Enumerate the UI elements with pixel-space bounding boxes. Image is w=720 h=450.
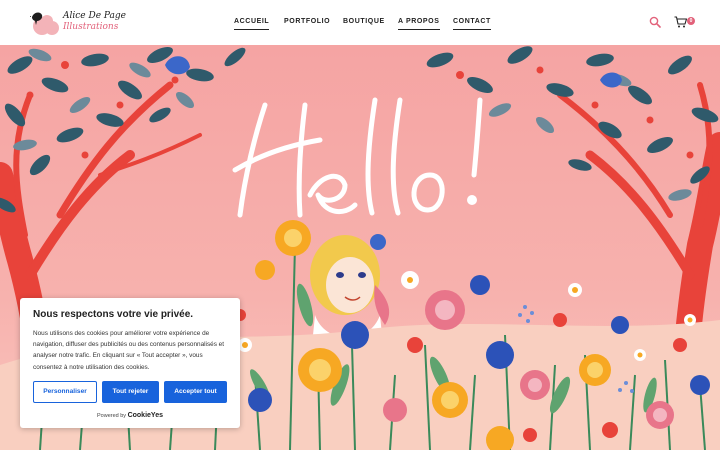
- cart-icon[interactable]: [674, 16, 688, 28]
- cart-count-badge: 0: [687, 17, 695, 25]
- powered-by-label: Powered by: [97, 413, 127, 419]
- nav-item-boutique[interactable]: BOUTIQUE: [343, 17, 385, 27]
- customize-button[interactable]: Personnaliser: [33, 381, 97, 403]
- search-icon[interactable]: [649, 16, 661, 28]
- cookie-description: Nous utilisons des cookies pour améliore…: [33, 330, 225, 371]
- accept-all-button[interactable]: Accepter tout: [164, 381, 227, 403]
- cookie-title: Nous respectons votre vie privée.: [33, 309, 194, 320]
- reject-all-button[interactable]: Tout rejeter: [102, 381, 159, 403]
- cookieyes-logo[interactable]: CookieYes: [128, 412, 163, 419]
- nav-item-contact[interactable]: CONTACT: [453, 17, 491, 30]
- cookie-consent-banner: Nous respectons votre vie privée. Nous u…: [20, 298, 240, 428]
- nav-item-portfolio[interactable]: PORTFOLIO: [284, 17, 330, 27]
- nav-item-accueil[interactable]: ACCUEIL: [234, 17, 270, 30]
- powered-by: Powered by CookieYes: [20, 412, 240, 419]
- nav-item-a-propos[interactable]: A PROPOS: [398, 17, 440, 30]
- site-header: Alice De Page Illustrations ACCUEIL PORT…: [0, 0, 720, 45]
- main-nav: ACCUEIL PORTFOLIO BOUTIQUE A PROPOS CONT…: [0, 17, 720, 31]
